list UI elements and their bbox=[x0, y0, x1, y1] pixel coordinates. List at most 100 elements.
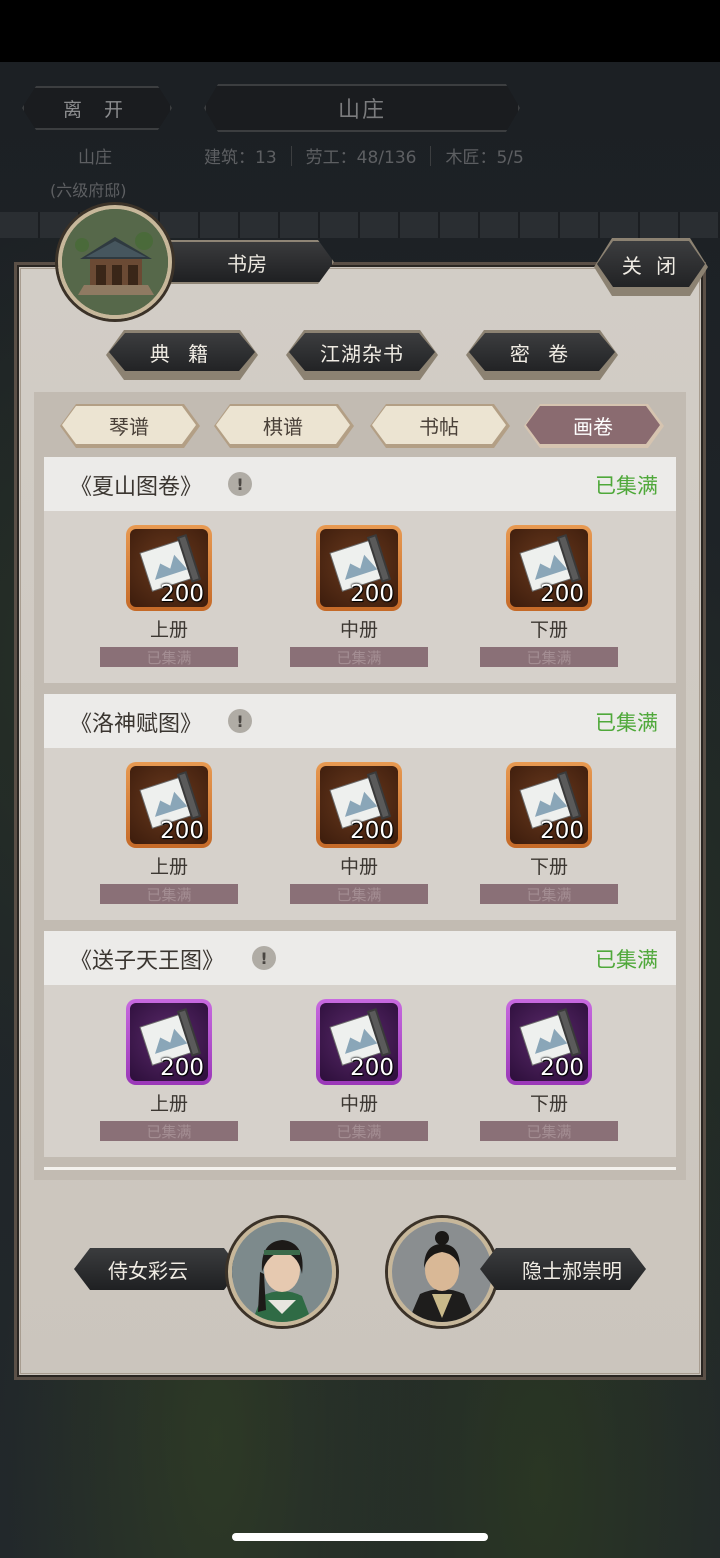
info-icon[interactable]: ! bbox=[252, 946, 276, 970]
character-name: 侍女彩云 bbox=[108, 1258, 188, 1283]
scroll-item[interactable]: 200 中册已集满 bbox=[290, 525, 428, 673]
item-count: 200 bbox=[540, 1055, 584, 1081]
scroll-item-frame[interactable]: 200 bbox=[126, 525, 212, 611]
carpenter-count: 木匠：5/5 bbox=[445, 148, 524, 168]
building-name: 书房 bbox=[227, 251, 267, 276]
item-count: 200 bbox=[160, 818, 204, 844]
hermit-portrait-icon[interactable] bbox=[388, 1218, 496, 1326]
collection-status: 已集满 bbox=[595, 948, 658, 972]
scroll-item[interactable]: 200 下册已集满 bbox=[480, 999, 618, 1147]
painting-scroll-icon: 200 bbox=[130, 1003, 208, 1081]
volume-label: 下册 bbox=[529, 619, 568, 641]
close-button-frame[interactable]: 关 闭 bbox=[594, 238, 708, 296]
study-building-icon bbox=[62, 209, 168, 315]
labor-count: 劳工：48/136 bbox=[305, 148, 417, 168]
collected-status-bar: 已集满 bbox=[100, 647, 238, 667]
divider bbox=[290, 145, 292, 166]
item-count: 200 bbox=[350, 581, 394, 607]
collected-status-bar: 已集满 bbox=[290, 1121, 428, 1141]
collection-card: 《夏山图卷》! 已集满 200 上册 已集满 200 中册 已集满 200 下册 已集满 bbox=[44, 457, 676, 683]
list-divider bbox=[44, 1167, 676, 1170]
painting-scroll-icon: 200 bbox=[510, 529, 588, 607]
maid-portrait-icon[interactable] bbox=[228, 1218, 336, 1326]
location-title: 山庄 bbox=[204, 84, 520, 132]
collected-status-bar: 已集满 bbox=[290, 647, 428, 667]
painting-scroll-icon: 200 bbox=[320, 529, 398, 607]
item-count: 200 bbox=[540, 581, 584, 607]
scroll-item-frame[interactable]: 200 bbox=[506, 525, 592, 611]
collected-status-bar: 已集满 bbox=[480, 1121, 618, 1141]
scroll-item[interactable]: 200 下册已集满 bbox=[480, 525, 618, 673]
collection-header: 《洛神赋图》! 已集满 bbox=[44, 694, 676, 748]
collected-status-bar: 已集满 bbox=[480, 884, 618, 904]
scroll-item[interactable]: 200 上册已集满 bbox=[100, 525, 238, 673]
category-tab-misc-books[interactable]: 江湖杂书 bbox=[286, 330, 438, 380]
volume-label: 上册 bbox=[149, 619, 188, 641]
character-tag-hermit[interactable]: 隐士郝崇明 bbox=[480, 1248, 646, 1290]
scroll-item-frame[interactable]: 200 bbox=[506, 999, 592, 1085]
volume-label: 中册 bbox=[339, 619, 378, 641]
scroll-item-frame[interactable]: 200 bbox=[126, 762, 212, 848]
painting-scroll-icon: 200 bbox=[320, 1003, 398, 1081]
scroll-item-frame[interactable]: 200 bbox=[316, 999, 402, 1085]
collection-title: 《洛神赋图》 bbox=[70, 712, 203, 737]
building-icon bbox=[58, 205, 172, 319]
scroll-item-frame[interactable]: 200 bbox=[506, 762, 592, 848]
scroll-item[interactable]: 200 上册已集满 bbox=[100, 762, 238, 910]
close-button[interactable]: 关 闭 bbox=[597, 241, 705, 287]
category-tab-classics[interactable]: 典 籍 bbox=[106, 330, 258, 380]
collected-status-bar: 已集满 bbox=[480, 647, 618, 667]
status-bar-area bbox=[0, 0, 720, 62]
volume-label: 中册 bbox=[339, 1093, 378, 1115]
collection-status: 已集满 bbox=[595, 711, 658, 735]
hud-stats: 建筑：13 劳工：48/136 木匠：5/5 bbox=[204, 143, 524, 168]
category-tab-label: 密 卷 bbox=[469, 333, 615, 371]
painting-scroll-icon: 200 bbox=[510, 766, 588, 844]
item-count: 200 bbox=[160, 581, 204, 607]
scroll-item[interactable]: 200 下册已集满 bbox=[480, 762, 618, 910]
location-name: 山庄 bbox=[78, 148, 112, 168]
sub-tab-label: 画卷 bbox=[526, 406, 660, 444]
item-count: 200 bbox=[160, 1055, 204, 1081]
scroll-item[interactable]: 200 中册 已集满 bbox=[290, 762, 428, 910]
collection-header: 《夏山图卷》! 已集满 bbox=[44, 457, 676, 511]
sub-tab-chess-manuals[interactable]: 棋谱 bbox=[214, 404, 354, 448]
volume-label: 上册 bbox=[149, 856, 188, 878]
scroll-item[interactable]: 200 中册已集满 bbox=[290, 999, 428, 1147]
collection-title: 《送子天王图》 bbox=[70, 949, 225, 974]
hermit-portrait-art bbox=[392, 1222, 492, 1322]
collection-card: 《送子天王图》! 已集满 200 上册 已集满 200 中册 已集满 200 下册 已集满 bbox=[44, 931, 676, 1157]
volume-label: 上册 bbox=[149, 1093, 188, 1115]
sub-tab-calligraphy[interactable]: 书帖 bbox=[370, 404, 510, 448]
volume-label: 下册 bbox=[529, 856, 568, 878]
scroll-item-frame[interactable]: 200 bbox=[126, 999, 212, 1085]
sub-tab-paintings[interactable]: 画卷 bbox=[524, 404, 664, 448]
volume-label: 下册 bbox=[529, 1093, 568, 1115]
painting-scroll-icon: 200 bbox=[130, 529, 208, 607]
character-name: 隐士郝崇明 bbox=[522, 1258, 622, 1283]
sub-tab-label: 琴谱 bbox=[62, 406, 196, 444]
info-icon[interactable]: ! bbox=[228, 472, 252, 496]
info-icon[interactable]: ! bbox=[228, 709, 252, 733]
collection-title: 《夏山图卷》 bbox=[70, 475, 203, 500]
sub-tab-label: 书帖 bbox=[372, 406, 506, 444]
character-tag-maid[interactable]: 侍女彩云 bbox=[74, 1248, 240, 1290]
scroll-item-frame[interactable]: 200 bbox=[316, 762, 402, 848]
building-count: 建筑：13 bbox=[204, 148, 277, 168]
maid-portrait-art bbox=[232, 1222, 332, 1322]
location-level: (六级府邸) bbox=[50, 181, 127, 200]
collected-status-bar: 已集满 bbox=[290, 884, 428, 904]
home-indicator[interactable] bbox=[232, 1533, 488, 1541]
scroll-item[interactable]: 200 上册 已集满 bbox=[100, 999, 238, 1147]
sub-tab-qin-scores[interactable]: 琴谱 bbox=[60, 404, 200, 448]
scroll-item-frame[interactable]: 200 bbox=[316, 525, 402, 611]
painting-scroll-icon: 200 bbox=[130, 766, 208, 844]
painting-scroll-icon: 200 bbox=[510, 1003, 588, 1081]
collection-header: 《送子天王图》! 已集满 bbox=[44, 931, 676, 985]
leave-button[interactable]: 离 开 bbox=[22, 86, 172, 130]
item-count: 200 bbox=[350, 818, 394, 844]
collected-status-bar: 已集满 bbox=[100, 884, 238, 904]
item-count: 200 bbox=[350, 1055, 394, 1081]
painting-scroll-icon: 200 bbox=[320, 766, 398, 844]
category-tab-secret-scrolls[interactable]: 密 卷 bbox=[466, 330, 618, 380]
